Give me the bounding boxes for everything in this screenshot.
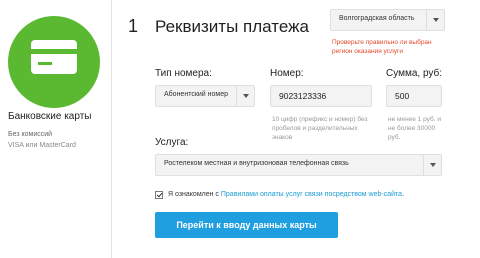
region-select[interactable]: Волгоградская область [330, 9, 445, 31]
payment-method-title: Банковские карты [8, 111, 92, 122]
card-line [38, 62, 52, 65]
rules-link[interactable]: Правилами оплаты услуг связи посредством… [221, 191, 402, 198]
phone-number-hint: 10 цифр (префикс и номер) без пробелов и… [272, 116, 368, 141]
number-type-select[interactable]: Абонентский номер [155, 85, 255, 107]
region-select-value: Волгоградская область [339, 15, 415, 22]
payment-method-panel[interactable]: Банковские карты Без комиссий VISA или M… [0, 0, 112, 258]
sum-input[interactable]: 500 [386, 85, 442, 107]
step-number: 1 [128, 16, 139, 36]
sum-label: Сумма, руб: [386, 68, 443, 79]
payment-method-fee: Без комиссий [8, 131, 53, 138]
page-title: Реквизиты платежа [155, 17, 309, 36]
credit-card-icon [31, 40, 77, 74]
agreement-text: Я ознакомлен с Правилами оплаты услуг св… [168, 191, 404, 198]
sum-hint: не менее 1 руб. и не более 30000 руб. [388, 116, 441, 141]
service-value: Ростелеком местная и внутризоновая телеф… [164, 160, 349, 167]
agreement-suffix: . [402, 191, 405, 198]
number-type-label: Тип номера: [155, 68, 212, 79]
agreement-prefix: Я ознакомлен с [168, 191, 221, 198]
phone-number-input[interactable]: 9023123336 [270, 85, 372, 107]
agreement-checkbox[interactable] [155, 191, 163, 199]
service-label: Услуга: [155, 137, 189, 148]
proceed-to-card-button[interactable]: Перейти к вводу данных карты [155, 212, 338, 238]
number-type-value: Абонентский номер [164, 91, 229, 98]
service-select[interactable]: Ростелеком местная и внутризоновая телеф… [155, 154, 442, 176]
card-stripe [31, 49, 77, 54]
payment-method-cards: VISA или MasterCard [8, 142, 76, 149]
phone-number-value: 9023123336 [279, 91, 327, 101]
chevron-down-icon[interactable] [426, 10, 444, 30]
region-warning: Проверьте правильно ли выбран регион ока… [332, 39, 432, 55]
sum-value: 500 [395, 91, 410, 101]
chevron-down-icon[interactable] [423, 155, 441, 175]
number-label: Номер: [270, 68, 304, 79]
chevron-down-icon[interactable] [236, 86, 254, 106]
